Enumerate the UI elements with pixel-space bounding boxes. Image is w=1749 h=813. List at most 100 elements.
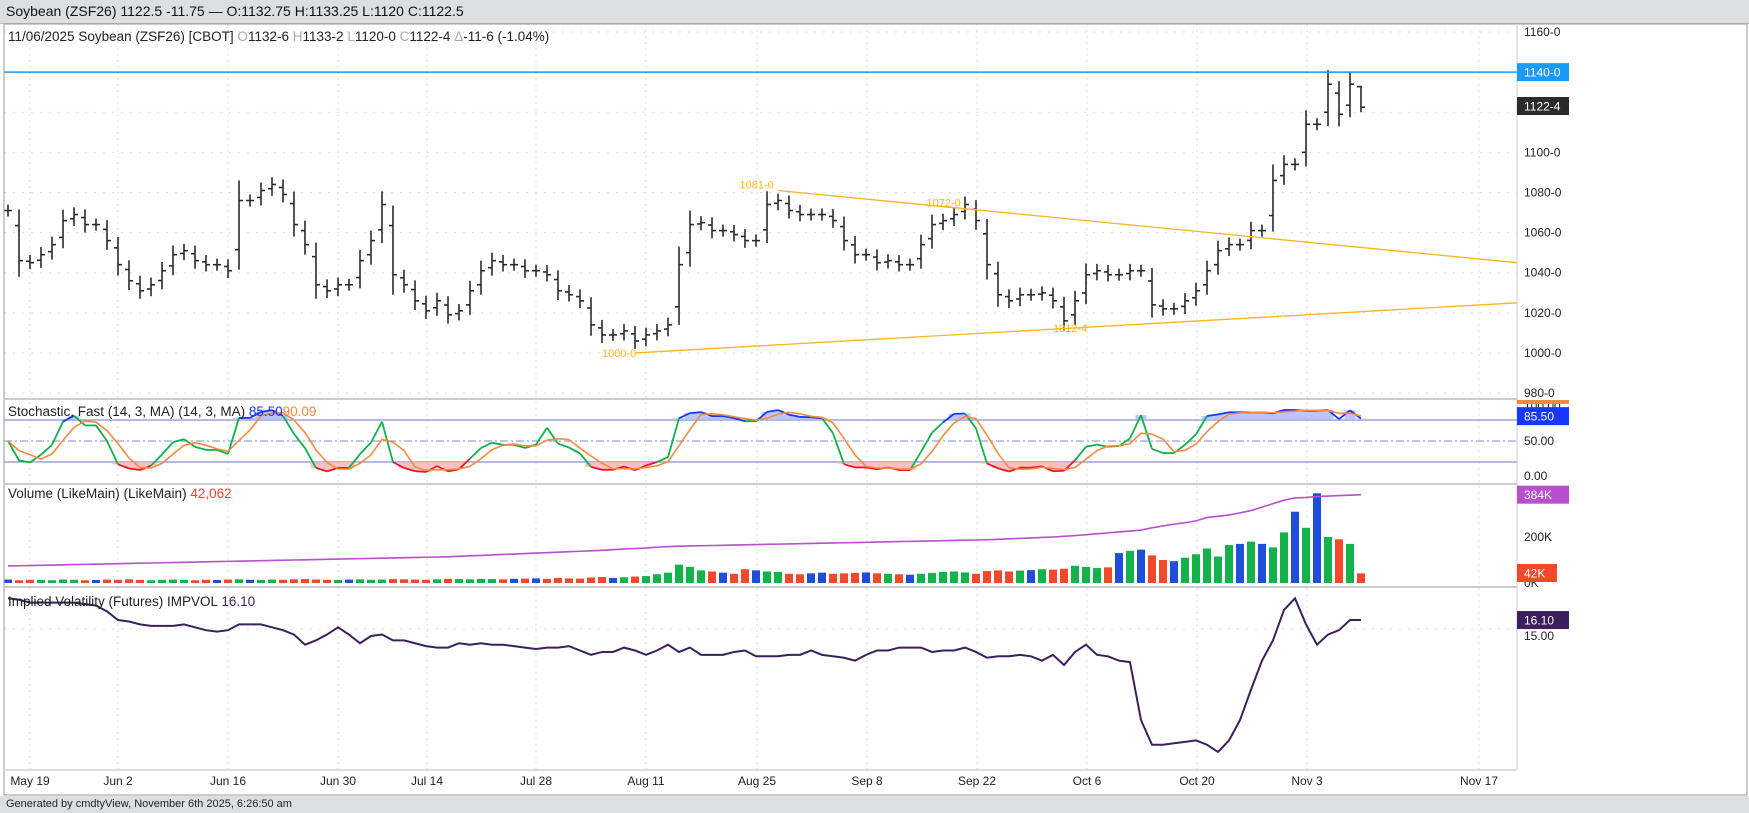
volume-bar bbox=[873, 573, 881, 583]
stochastic-k-segment bbox=[106, 440, 119, 465]
stochastic-tick-label: 50.00 bbox=[1524, 434, 1554, 448]
volume-bar bbox=[928, 572, 936, 583]
volume-bar bbox=[1093, 568, 1101, 583]
volume-bar bbox=[862, 572, 870, 583]
volume-bar bbox=[972, 573, 980, 583]
volume-bar bbox=[477, 578, 485, 583]
volume-bar bbox=[1335, 539, 1343, 583]
stochastic-fill bbox=[1311, 410, 1323, 420]
volume-bar bbox=[1137, 549, 1145, 583]
volume-bar bbox=[521, 578, 529, 583]
stochastic-d-tag bbox=[1517, 400, 1569, 404]
impvol-tick-label: 15.00 bbox=[1524, 629, 1554, 643]
volume-bar bbox=[1016, 570, 1024, 583]
volume-bar bbox=[400, 579, 408, 583]
volume-bar bbox=[1005, 571, 1013, 583]
volume-bar bbox=[169, 579, 177, 583]
price-annotation: 1072-0 bbox=[927, 198, 961, 210]
volume-bar bbox=[884, 573, 892, 583]
x-tick-label: Aug 11 bbox=[627, 774, 664, 788]
price-panel: 1081-0 1072-0 1012-4 1000-0 bbox=[4, 70, 1518, 360]
volume-bar bbox=[37, 580, 45, 583]
volume-bar bbox=[1126, 550, 1134, 583]
volume-bar bbox=[1082, 566, 1090, 583]
volume-bar bbox=[961, 572, 969, 583]
volume-bar bbox=[983, 571, 991, 583]
volume-bar bbox=[279, 579, 287, 583]
stochastic-k-segment bbox=[491, 441, 504, 446]
volume-bar bbox=[1302, 527, 1310, 583]
volume-bar bbox=[1181, 557, 1189, 583]
volume-bar bbox=[620, 577, 628, 583]
x-tick-label: Sep 22 bbox=[958, 774, 996, 788]
legend-open: 1132-6 bbox=[247, 29, 289, 44]
x-tick-label: Jun 16 bbox=[210, 774, 246, 788]
volume-bar bbox=[741, 569, 749, 583]
stochastic-k-segment bbox=[689, 411, 702, 414]
stochastic-k-segment bbox=[557, 442, 570, 449]
volume-bar bbox=[631, 576, 639, 583]
impvol-tag: 16.10 bbox=[1524, 614, 1554, 628]
legend-change: -11-6 (-1.04%) bbox=[463, 29, 550, 44]
stochastic-fill bbox=[1300, 410, 1312, 420]
volume-value: 42,062 bbox=[190, 486, 232, 501]
volume-bar bbox=[1071, 565, 1079, 583]
stochastic-fill bbox=[1333, 419, 1345, 420]
legend-close-key: C bbox=[399, 29, 410, 44]
volume-bar bbox=[686, 566, 694, 583]
stochastic-tick-label: 0.00 bbox=[1524, 469, 1548, 483]
volume-bar bbox=[829, 573, 837, 583]
legend-instrument: Soybean (ZSF26) [CBOT] bbox=[78, 29, 234, 44]
volume-bar bbox=[202, 579, 210, 583]
volume-bar bbox=[246, 579, 254, 583]
volume-bar bbox=[818, 572, 826, 583]
volume-bar bbox=[543, 578, 551, 583]
volume-panel bbox=[4, 493, 1365, 583]
volume-bar bbox=[323, 579, 331, 583]
volume-bar bbox=[708, 571, 716, 583]
horizontal-line-tag: 1140-0 bbox=[1524, 66, 1561, 80]
stochastic-fill bbox=[1036, 462, 1048, 467]
volume-bar bbox=[950, 571, 958, 583]
stochastic-fill bbox=[1267, 413, 1279, 420]
volume-bar bbox=[906, 574, 914, 583]
volume-bar bbox=[1258, 543, 1266, 583]
volume-bar bbox=[1357, 573, 1365, 583]
volume-bar bbox=[70, 579, 78, 583]
stochastic-fill bbox=[618, 462, 630, 467]
stochastic-k-segment bbox=[1074, 446, 1087, 461]
volume-bar bbox=[1170, 561, 1178, 583]
volume-bar bbox=[994, 570, 1002, 583]
price-annotation: 1081-0 bbox=[740, 179, 774, 191]
volume-bar bbox=[1247, 541, 1255, 583]
volume-bar bbox=[422, 579, 430, 583]
legend-low: 1120-0 bbox=[354, 29, 396, 44]
volume-bar bbox=[367, 579, 375, 583]
stochastic-k-segment bbox=[95, 424, 108, 442]
volume-bar bbox=[587, 577, 595, 583]
volume-bar bbox=[103, 579, 111, 583]
volume-bar bbox=[1313, 493, 1321, 583]
price-tick-label: 980-0 bbox=[1524, 386, 1555, 400]
price-tick-label: 1080-0 bbox=[1524, 185, 1562, 199]
x-tick-label: May 19 bbox=[10, 774, 50, 788]
stochastic-k-segment bbox=[920, 432, 933, 453]
volume-bar bbox=[796, 574, 804, 583]
x-tick-label: Oct 20 bbox=[1179, 774, 1215, 788]
stochastic-k-segment bbox=[656, 456, 669, 463]
stochastic-k-segment bbox=[7, 440, 20, 461]
volume-bar bbox=[1236, 543, 1244, 583]
volume-bar bbox=[719, 572, 727, 583]
volume-bar bbox=[565, 578, 573, 583]
stochastic-k-segment bbox=[469, 447, 482, 460]
stochastic-k-segment bbox=[359, 441, 372, 455]
volume-bar bbox=[1159, 560, 1167, 583]
price-tick-label: 1100-0 bbox=[1524, 145, 1561, 159]
volume-bar bbox=[257, 580, 265, 583]
stochastic-k-segment bbox=[568, 446, 581, 455]
volume-bar bbox=[1291, 511, 1299, 583]
volume-bar bbox=[1060, 568, 1068, 583]
volume-bar bbox=[1324, 537, 1332, 583]
volume-bar bbox=[1115, 553, 1123, 583]
footer: Generated by cmdtyView, November 6th 202… bbox=[0, 796, 1749, 813]
